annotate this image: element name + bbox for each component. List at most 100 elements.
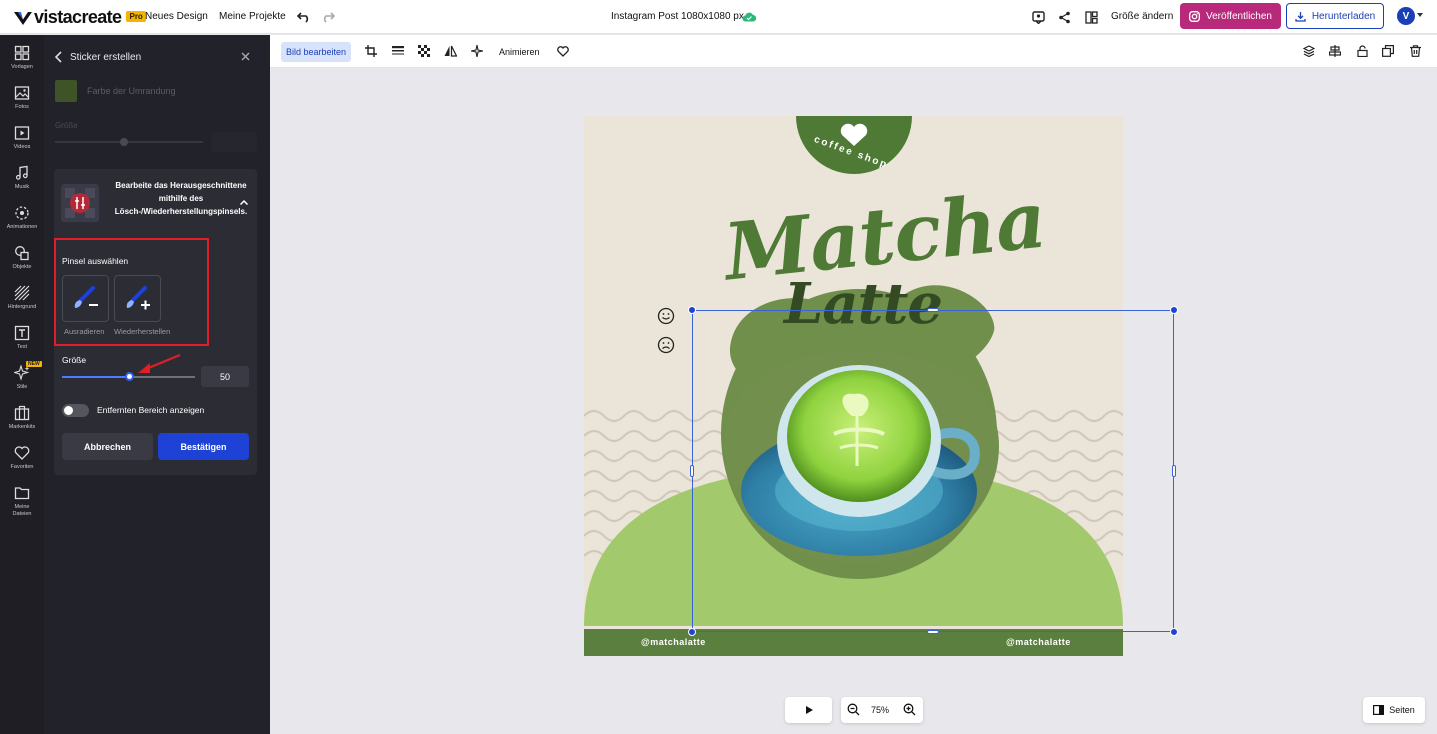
background-icon [14, 285, 30, 301]
pro-badge: Pro [126, 11, 146, 22]
transparency-icon[interactable] [391, 44, 405, 58]
pages-button[interactable]: Seiten [1363, 697, 1425, 723]
show-removed-toggle[interactable] [62, 404, 89, 417]
erase-brush-caption: Ausradieren [64, 327, 105, 336]
pages-icon [1373, 705, 1385, 715]
heart-icon[interactable] [556, 44, 570, 58]
undo-icon[interactable] [296, 9, 312, 25]
brand-kits-icon [14, 405, 30, 421]
resize-handle-top[interactable] [927, 308, 939, 312]
outline-size-knob [120, 138, 128, 146]
animate-button[interactable]: Animieren [499, 47, 540, 57]
faded-size-label: Größe [55, 121, 78, 130]
resize-handle-bottom[interactable] [927, 630, 939, 634]
layout-icon[interactable] [1083, 9, 1099, 25]
layers-icon[interactable] [1302, 44, 1316, 58]
rail-item-brand-kits[interactable]: Markenkits [0, 405, 44, 431]
instagram-icon [1189, 10, 1200, 22]
my-projects-link[interactable]: Meine Projekte [219, 11, 286, 22]
vistacreate-logo[interactable]: vistacreate Pro [14, 7, 146, 28]
publish-label: Veröffentlichen [1206, 10, 1272, 22]
confirm-button[interactable]: Bestätigen [158, 433, 249, 460]
resize-handle-top-left[interactable] [688, 306, 696, 314]
objects-icon [15, 246, 29, 261]
zoom-out-icon[interactable] [847, 703, 860, 716]
rail-label: Favoriten [10, 464, 34, 470]
restore-brush-caption: Wiederherstellen [114, 327, 171, 336]
brush-size-label: Größe [62, 355, 87, 365]
zoom-in-icon[interactable] [903, 703, 916, 716]
trash-icon[interactable] [1408, 44, 1422, 58]
avatar[interactable]: V [1397, 7, 1415, 25]
smile-icon[interactable] [657, 307, 675, 325]
cancel-button[interactable]: Abbrechen [62, 433, 153, 460]
cutout-thumbnail [61, 184, 99, 222]
duplicate-icon[interactable] [1381, 44, 1395, 58]
remove-background-icon[interactable] [417, 44, 431, 58]
rail-label: Videos [13, 144, 31, 150]
restore-brush-button[interactable] [114, 275, 161, 322]
chevron-up-icon[interactable] [239, 199, 249, 206]
comment-icon[interactable] [1030, 9, 1046, 25]
rail-item-objects[interactable]: Objekte [0, 245, 44, 271]
rail-item-videos[interactable]: Videos [0, 125, 44, 151]
redo-icon[interactable] [320, 9, 336, 25]
photos-icon [14, 86, 30, 100]
handle-left: @matchalatte [641, 637, 706, 647]
align-icon[interactable] [1328, 44, 1342, 58]
publish-button[interactable]: Veröffentlichen [1180, 3, 1281, 29]
rail-label: Stile [16, 384, 28, 390]
zoom-value[interactable]: 75% [871, 705, 889, 715]
lock-icon[interactable] [1355, 44, 1369, 58]
resize-handle-left[interactable] [690, 465, 694, 477]
outline-color-swatch[interactable] [55, 80, 77, 102]
brush-size-knob[interactable] [125, 372, 134, 381]
left-rail: Vorlagen Fotos Videos Musik Animationen … [0, 35, 44, 734]
outline-size-slider [55, 141, 203, 143]
brush-select-label: Pinsel auswählen [62, 256, 129, 266]
resize-handle-bottom-right[interactable] [1170, 628, 1178, 636]
rail-label: Hintergrund [7, 304, 37, 310]
rail-label: Text [16, 344, 28, 350]
edit-image-button[interactable]: Bild bearbeiten [281, 42, 352, 62]
rail-item-animations[interactable]: Animationen [0, 205, 44, 231]
handle-right: @matchalatte [1006, 637, 1071, 647]
rail-item-favorites[interactable]: Favoriten [0, 445, 44, 471]
resize-link[interactable]: Größe ändern [1111, 11, 1173, 22]
panel-title: Sticker erstellen [70, 52, 142, 63]
chevron-down-icon[interactable] [1417, 13, 1423, 17]
rail-item-my-files[interactable]: Meine Dateien [0, 485, 44, 518]
play-button[interactable] [785, 697, 832, 723]
rail-item-photos[interactable]: Fotos [0, 85, 44, 111]
rail-item-music[interactable]: Musik [0, 165, 44, 191]
resize-handle-top-right[interactable] [1170, 306, 1178, 314]
rail-item-styles[interactable]: NEW Stile [0, 361, 44, 391]
templates-icon [14, 45, 30, 61]
music-icon [15, 165, 28, 180]
rail-item-background[interactable]: Hintergrund [0, 285, 44, 311]
resize-handle-bottom-left[interactable] [688, 628, 696, 636]
resize-handle-right[interactable] [1172, 465, 1176, 477]
new-design-link[interactable]: Neues Design [145, 11, 208, 22]
crop-icon[interactable] [364, 44, 378, 58]
rail-label: Musik [14, 184, 30, 190]
effects-icon[interactable] [470, 44, 484, 58]
styles-icon [14, 365, 30, 381]
download-button[interactable]: Herunterladen [1286, 3, 1384, 29]
rail-item-templates[interactable]: Vorlagen [0, 45, 44, 71]
selection-box[interactable] [692, 310, 1174, 632]
close-icon[interactable] [240, 51, 251, 62]
share-icon[interactable] [1056, 9, 1072, 25]
rail-label: Markenkits [8, 424, 36, 430]
outline-size-input [211, 132, 257, 152]
flip-icon[interactable] [443, 44, 457, 58]
brush-size-input[interactable]: 50 [201, 366, 249, 387]
rail-label: Fotos [15, 104, 29, 110]
back-arrow-icon[interactable] [54, 51, 64, 63]
logo-text: vistacreate [34, 7, 122, 27]
frown-icon[interactable] [657, 336, 675, 354]
animations-icon [15, 206, 29, 220]
document-title[interactable]: Instagram Post 1080x1080 px [611, 11, 744, 22]
erase-brush-button[interactable] [62, 275, 109, 322]
rail-item-text[interactable]: Text [0, 325, 44, 351]
